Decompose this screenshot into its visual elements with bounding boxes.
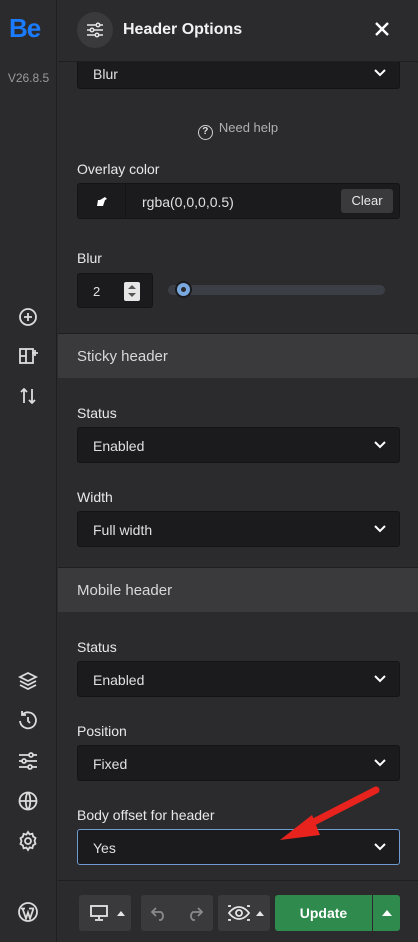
layout-add-icon[interactable] xyxy=(16,344,40,368)
undo-icon[interactable] xyxy=(150,905,168,921)
sort-arrows-icon[interactable] xyxy=(16,384,40,408)
sticky-width-select[interactable]: Full width xyxy=(77,511,400,547)
need-help-link[interactable]: ? Need help xyxy=(58,120,418,140)
close-icon[interactable] xyxy=(371,18,393,40)
mobile-position-select[interactable]: Fixed xyxy=(77,745,400,781)
color-picker-button[interactable] xyxy=(78,184,126,218)
sticky-width-label: Width xyxy=(77,489,113,505)
mobile-status-value: Enabled xyxy=(93,672,145,688)
blur-number-input[interactable]: 2 xyxy=(77,273,153,308)
overlay-color-value[interactable]: rgba(0,0,0,0.5) xyxy=(142,194,234,210)
mobile-position-value: Fixed xyxy=(93,756,128,772)
eye-icon xyxy=(228,905,250,921)
history-icon[interactable] xyxy=(16,708,40,732)
update-options-button[interactable] xyxy=(373,895,400,931)
sticky-status-value: Enabled xyxy=(93,438,145,454)
sliders-icon[interactable] xyxy=(16,749,40,773)
header-options-panel: Header Options Blur ? Need help Overlay c… xyxy=(58,0,418,942)
sticky-width-value: Full width xyxy=(93,522,153,538)
blur-slider-track[interactable] xyxy=(168,285,385,295)
add-circle-icon[interactable] xyxy=(16,305,40,329)
blur-slider-thumb[interactable] xyxy=(175,281,192,298)
device-preview-button[interactable] xyxy=(79,895,131,931)
globe-icon[interactable] xyxy=(16,789,40,813)
sticky-header-section: Sticky header xyxy=(58,334,418,378)
mobile-position-label: Position xyxy=(77,723,127,739)
brand-logo[interactable]: Be xyxy=(9,13,41,44)
overlay-color-field[interactable]: rgba(0,0,0,0.5) Clear xyxy=(77,183,400,219)
sticky-header-title: Sticky header xyxy=(77,348,168,365)
body-offset-label: Body offset for header xyxy=(77,807,215,823)
sliders-icon xyxy=(77,12,113,48)
overlay-color-label: Overlay color xyxy=(77,161,160,177)
caret-up-icon xyxy=(117,911,125,916)
annotation-arrow-icon xyxy=(280,786,380,840)
version-label: V26.8.5 xyxy=(7,71,50,85)
panel-header: Header Options xyxy=(58,0,418,62)
undo-redo-group xyxy=(141,895,213,931)
blur-label: Blur xyxy=(77,250,102,266)
sticky-status-label: Status xyxy=(77,405,117,421)
mobile-status-select[interactable]: Enabled xyxy=(77,661,400,697)
overlay-type-value: Blur xyxy=(93,66,118,82)
panel-title: Header Options xyxy=(123,21,243,38)
eyedropper-icon xyxy=(97,197,107,206)
layers-icon[interactable] xyxy=(16,669,40,693)
need-help-label: Need help xyxy=(218,120,279,135)
wordpress-icon[interactable] xyxy=(16,900,40,924)
sticky-status-select[interactable]: Enabled xyxy=(77,427,400,463)
mobile-status-label: Status xyxy=(77,639,117,655)
chevron-down-icon xyxy=(374,525,386,533)
redo-icon[interactable] xyxy=(186,905,204,921)
mobile-header-title: Mobile header xyxy=(77,582,173,599)
blur-value: 2 xyxy=(93,284,101,299)
settings-icon[interactable] xyxy=(16,829,40,853)
help-icon: ? xyxy=(197,125,213,140)
bottom-toolbar: Update xyxy=(58,880,418,942)
chevron-down-icon xyxy=(374,759,386,767)
chevron-down-icon xyxy=(374,69,386,77)
update-button[interactable]: Update xyxy=(275,895,372,931)
caret-up-icon xyxy=(256,911,264,916)
monitor-icon xyxy=(90,905,108,921)
chevron-down-icon xyxy=(374,675,386,683)
chevron-down-icon xyxy=(374,441,386,449)
body-offset-value: Yes xyxy=(93,840,116,856)
preview-button[interactable] xyxy=(218,895,270,931)
left-rail: Be V26.8.5 xyxy=(0,0,57,942)
mobile-header-section: Mobile header xyxy=(58,568,418,612)
clear-button[interactable]: Clear xyxy=(341,189,393,213)
number-stepper[interactable] xyxy=(124,282,140,301)
